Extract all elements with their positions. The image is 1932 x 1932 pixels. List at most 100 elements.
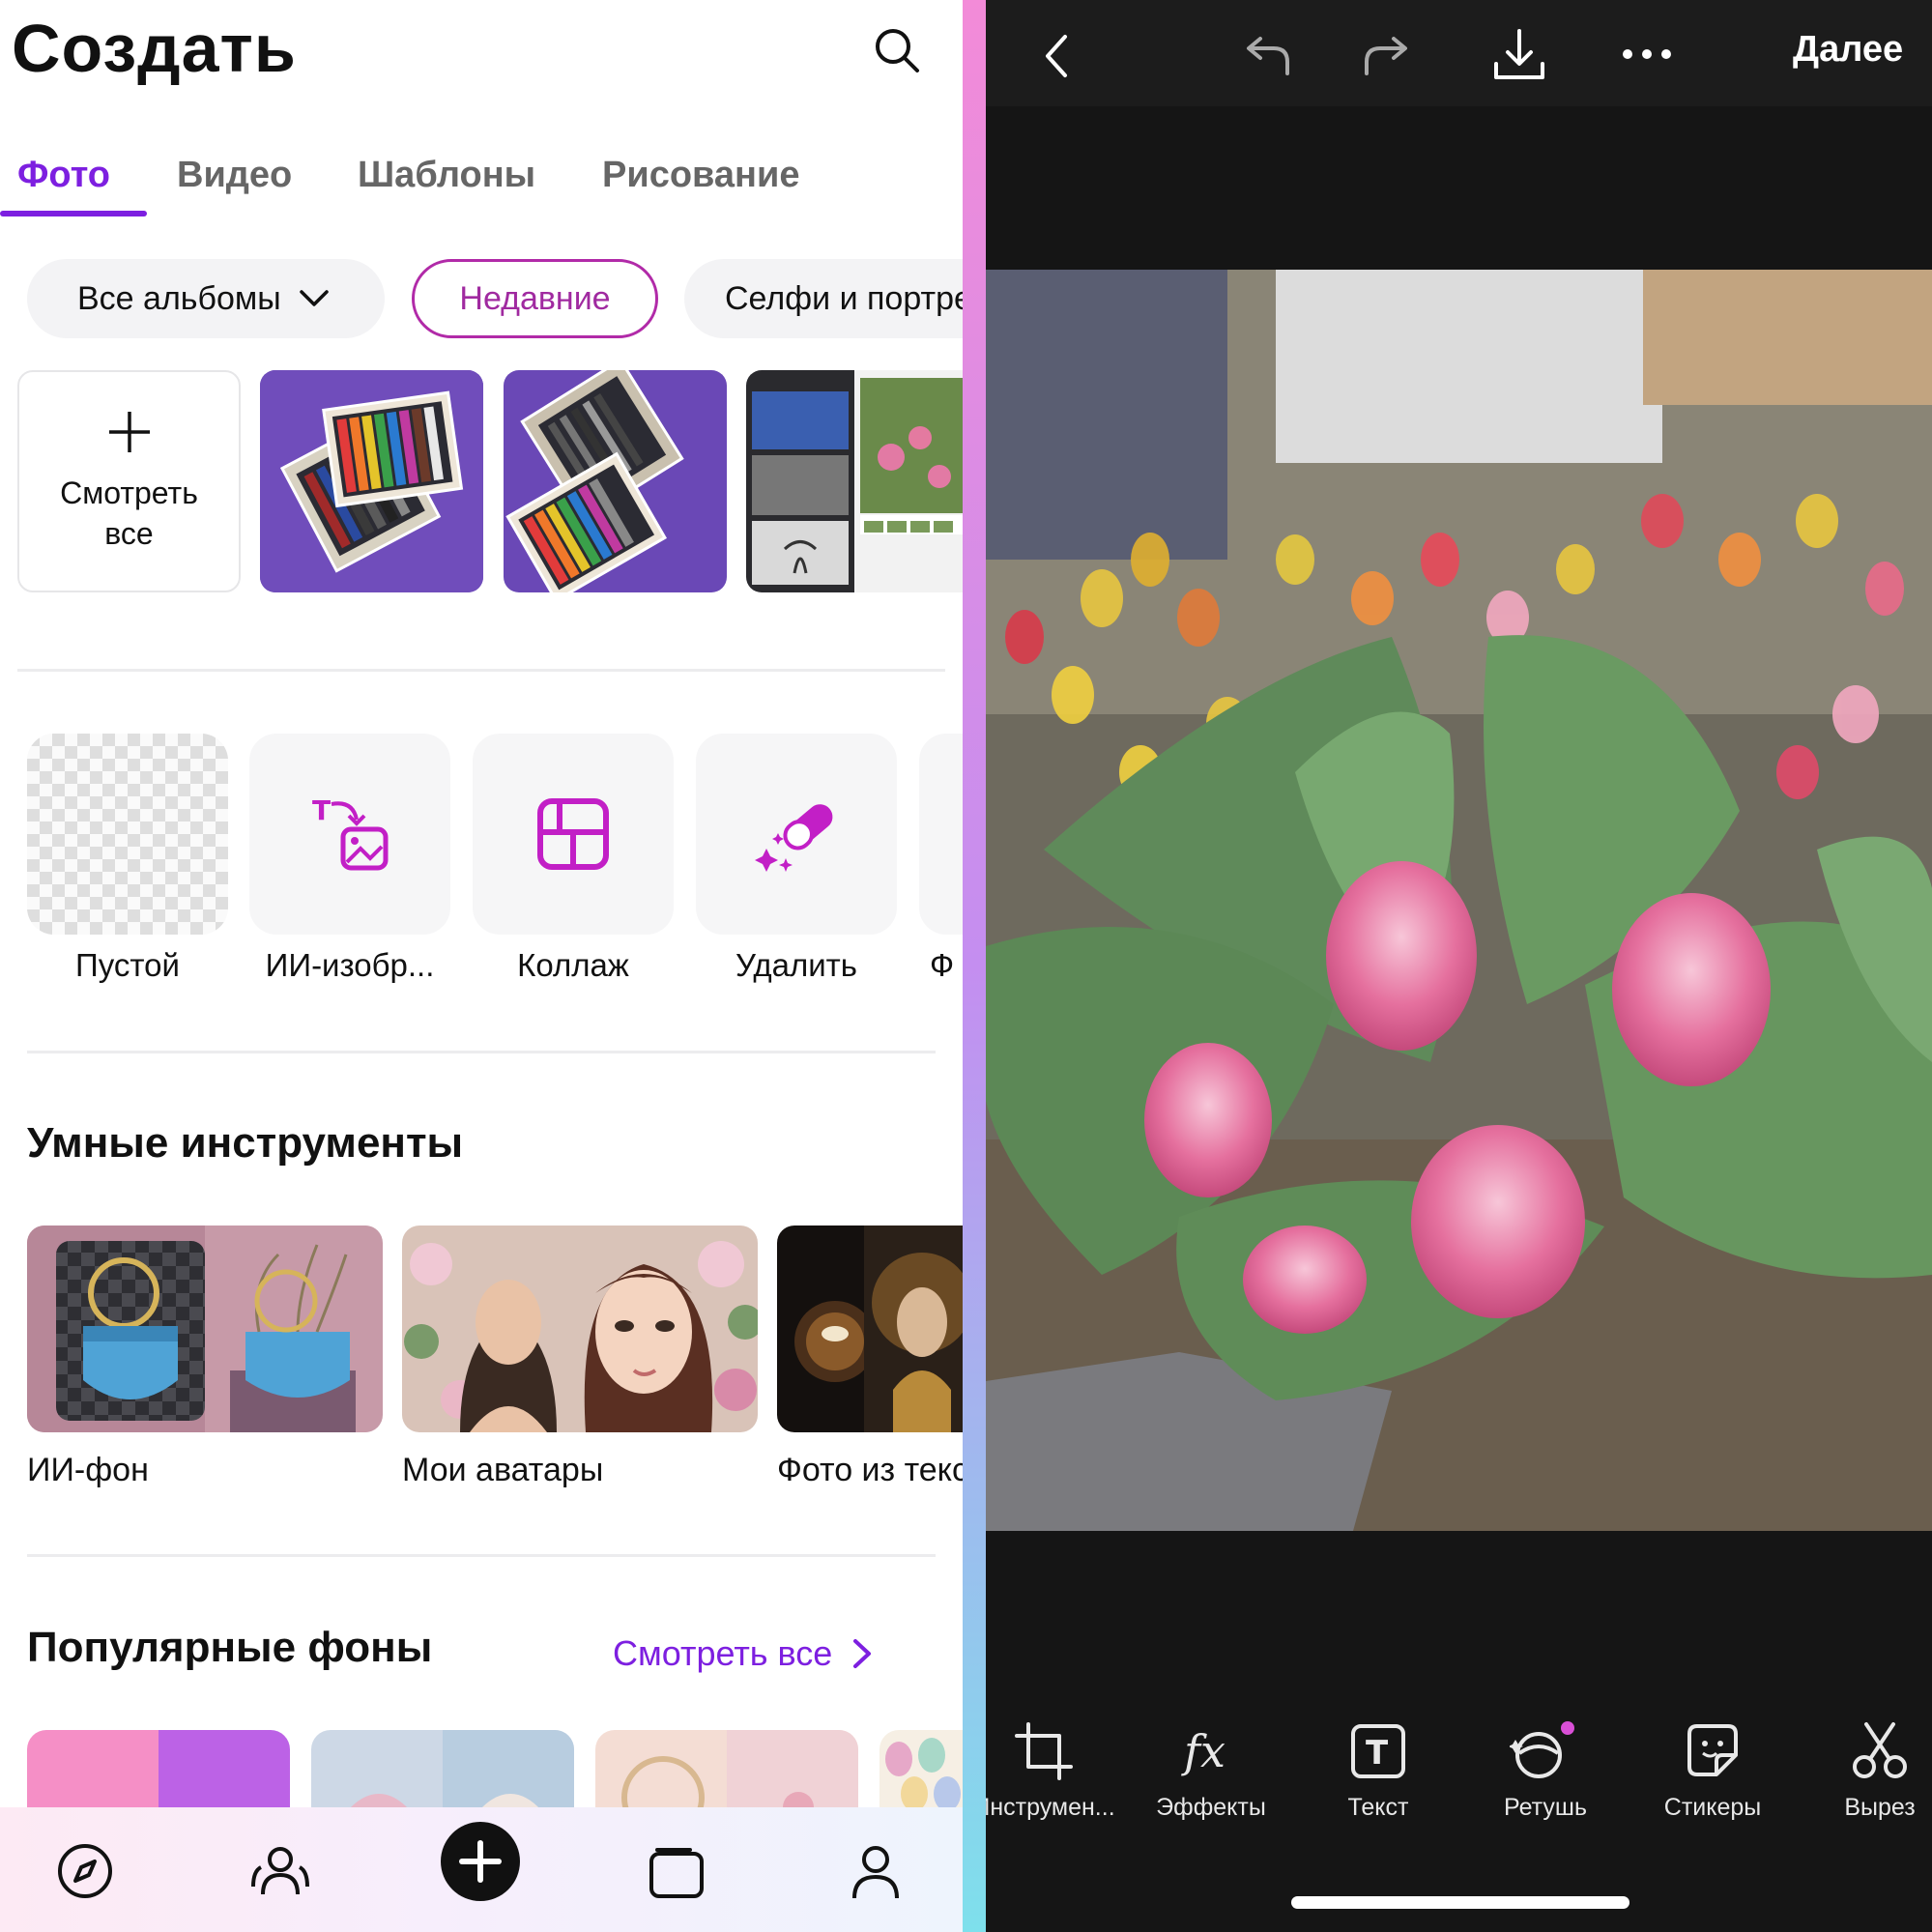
tool-label-ai-image: ИИ-изобр... — [265, 947, 435, 983]
edited-photo[interactable] — [986, 270, 1932, 1531]
tool-button-text[interactable]: T Текст — [1301, 1720, 1456, 1822]
text-to-image-icon: T — [312, 794, 389, 871]
eraser-sparkle-icon — [755, 804, 833, 872]
ai-background-preview — [27, 1226, 383, 1432]
section-divider — [27, 1051, 936, 1053]
transparent-checkerboard — [27, 734, 228, 935]
tool-button-stickers[interactable]: Стикеры — [1635, 1720, 1790, 1822]
screenshot-collage-photo — [746, 370, 963, 592]
pencil-box-photo — [260, 370, 483, 592]
plus-icon — [459, 1840, 502, 1883]
svg-text:fx: fx — [1181, 1725, 1226, 1777]
redo-icon — [1365, 37, 1407, 75]
ai-background-card[interactable] — [27, 1226, 383, 1432]
screenshot-thumbnail[interactable] — [746, 370, 963, 592]
plus-icon — [108, 412, 150, 452]
smart-tools-title: Умные инструменты — [27, 1119, 464, 1167]
chevron-right-icon — [853, 1639, 872, 1668]
photo-thumbnail[interactable] — [260, 370, 483, 592]
tool-label-text: Текст — [1347, 1794, 1409, 1821]
crop-icon — [1015, 1722, 1073, 1780]
chevron-left-icon — [1046, 35, 1067, 77]
tab-drawing[interactable]: Рисование — [602, 155, 800, 196]
text-to-photo-card[interactable] — [777, 1226, 963, 1432]
search-button[interactable] — [872, 25, 922, 75]
chip-selfie-portraits[interactable]: Селфи и портреты — [684, 259, 963, 338]
home-indicator — [1291, 1896, 1629, 1909]
editor-panel: Далее Инструмен... fx Эффекты T Текст Ре… — [986, 0, 1932, 1932]
my-avatars-card[interactable] — [402, 1226, 758, 1432]
popular-see-all-label: Смотреть все — [613, 1633, 833, 1673]
text-to-photo-preview — [777, 1226, 963, 1432]
undo-icon — [1247, 37, 1289, 75]
retouch-icon — [1510, 1721, 1574, 1778]
section-divider — [17, 669, 945, 672]
tab-photo[interactable]: Фото — [17, 155, 110, 196]
tool-label-remove: Удалить — [735, 947, 857, 983]
tab-templates[interactable]: Шаблоны — [358, 155, 535, 196]
tool-label-tools: Инструмен... — [986, 1794, 1115, 1821]
tool-tile-partial[interactable] — [919, 734, 963, 935]
section-divider — [27, 1554, 936, 1557]
popular-see-all-link[interactable]: Смотреть все — [613, 1633, 877, 1674]
download-button[interactable] — [1490, 27, 1548, 85]
redo-button[interactable] — [1361, 27, 1419, 85]
avatars-preview — [402, 1226, 758, 1432]
editor-toolbar — [986, 1691, 1932, 1836]
nav-discover[interactable] — [54, 1840, 116, 1902]
search-icon — [876, 29, 919, 72]
page-title: Создать — [12, 11, 297, 86]
chip-recent[interactable]: Недавние — [412, 259, 658, 338]
folder-icon — [649, 1848, 704, 1898]
smart-label-my-avatars: Мои аватары — [402, 1452, 604, 1488]
back-button[interactable] — [1028, 27, 1086, 85]
nav-profile[interactable] — [845, 1840, 907, 1902]
more-options-button[interactable] — [1618, 27, 1676, 85]
split-divider — [963, 0, 986, 1932]
see-all-photos-tile[interactable]: Смотреть все — [17, 370, 241, 592]
editor-topbar — [986, 0, 1932, 106]
all-albums-label: Все альбомы — [77, 279, 281, 317]
collage-icon — [537, 798, 609, 870]
photo-thumbnail[interactable] — [504, 370, 727, 592]
tulip-bouquet-photo — [986, 270, 1932, 1531]
tool-label-retouch: Ретушь — [1504, 1794, 1587, 1821]
collage-tile[interactable] — [473, 734, 674, 935]
tab-video[interactable]: Видео — [177, 155, 292, 196]
sticker-icon — [1687, 1724, 1738, 1776]
tool-label-cutout: Вырез — [1844, 1794, 1916, 1821]
nav-community[interactable] — [249, 1840, 311, 1902]
pencil-box-photo — [504, 370, 727, 592]
ai-image-tile[interactable]: T — [249, 734, 450, 935]
active-tab-indicator — [0, 211, 147, 216]
svg-text:T: T — [312, 794, 331, 826]
nav-projects[interactable] — [646, 1840, 707, 1902]
tool-button-effects[interactable]: fx Эффекты — [1134, 1720, 1288, 1822]
user-icon — [852, 1846, 899, 1899]
tool-button-tools[interactable]: Инструмен... — [986, 1720, 1121, 1822]
create-panel: Создать Фото Видео Шаблоны Рисование Все… — [0, 0, 963, 1932]
compass-icon — [58, 1844, 112, 1898]
text-icon: T — [1351, 1724, 1405, 1778]
tool-label-blank: Пустой — [75, 947, 180, 983]
chevron-down-icon — [299, 290, 329, 306]
undo-button[interactable] — [1235, 27, 1293, 85]
tool-button-retouch[interactable]: Ретушь — [1468, 1720, 1623, 1822]
see-all-photos-label: Смотреть все — [60, 476, 198, 551]
download-icon — [1494, 29, 1544, 79]
nav-create-button[interactable] — [441, 1822, 520, 1901]
popular-backgrounds-title: Популярные фоны — [27, 1624, 433, 1671]
tool-button-cutout[interactable]: Вырез — [1802, 1720, 1932, 1822]
smart-label-ai-background: ИИ-фон — [27, 1452, 149, 1488]
tool-label-stickers: Стикеры — [1663, 1794, 1762, 1821]
next-button[interactable]: Далее — [1793, 29, 1903, 71]
more-dots-icon — [1623, 49, 1671, 59]
tool-label-partial: Ф — [930, 947, 955, 983]
svg-text:T: T — [1366, 1734, 1389, 1773]
remove-tile[interactable] — [696, 734, 897, 935]
people-icon — [251, 1847, 309, 1895]
blank-canvas-tile[interactable] — [27, 734, 228, 935]
all-albums-dropdown[interactable]: Все альбомы — [27, 259, 385, 338]
smart-label-text-to-photo: Фото из текста — [777, 1452, 963, 1488]
tool-label-collage: Коллаж — [517, 947, 629, 983]
